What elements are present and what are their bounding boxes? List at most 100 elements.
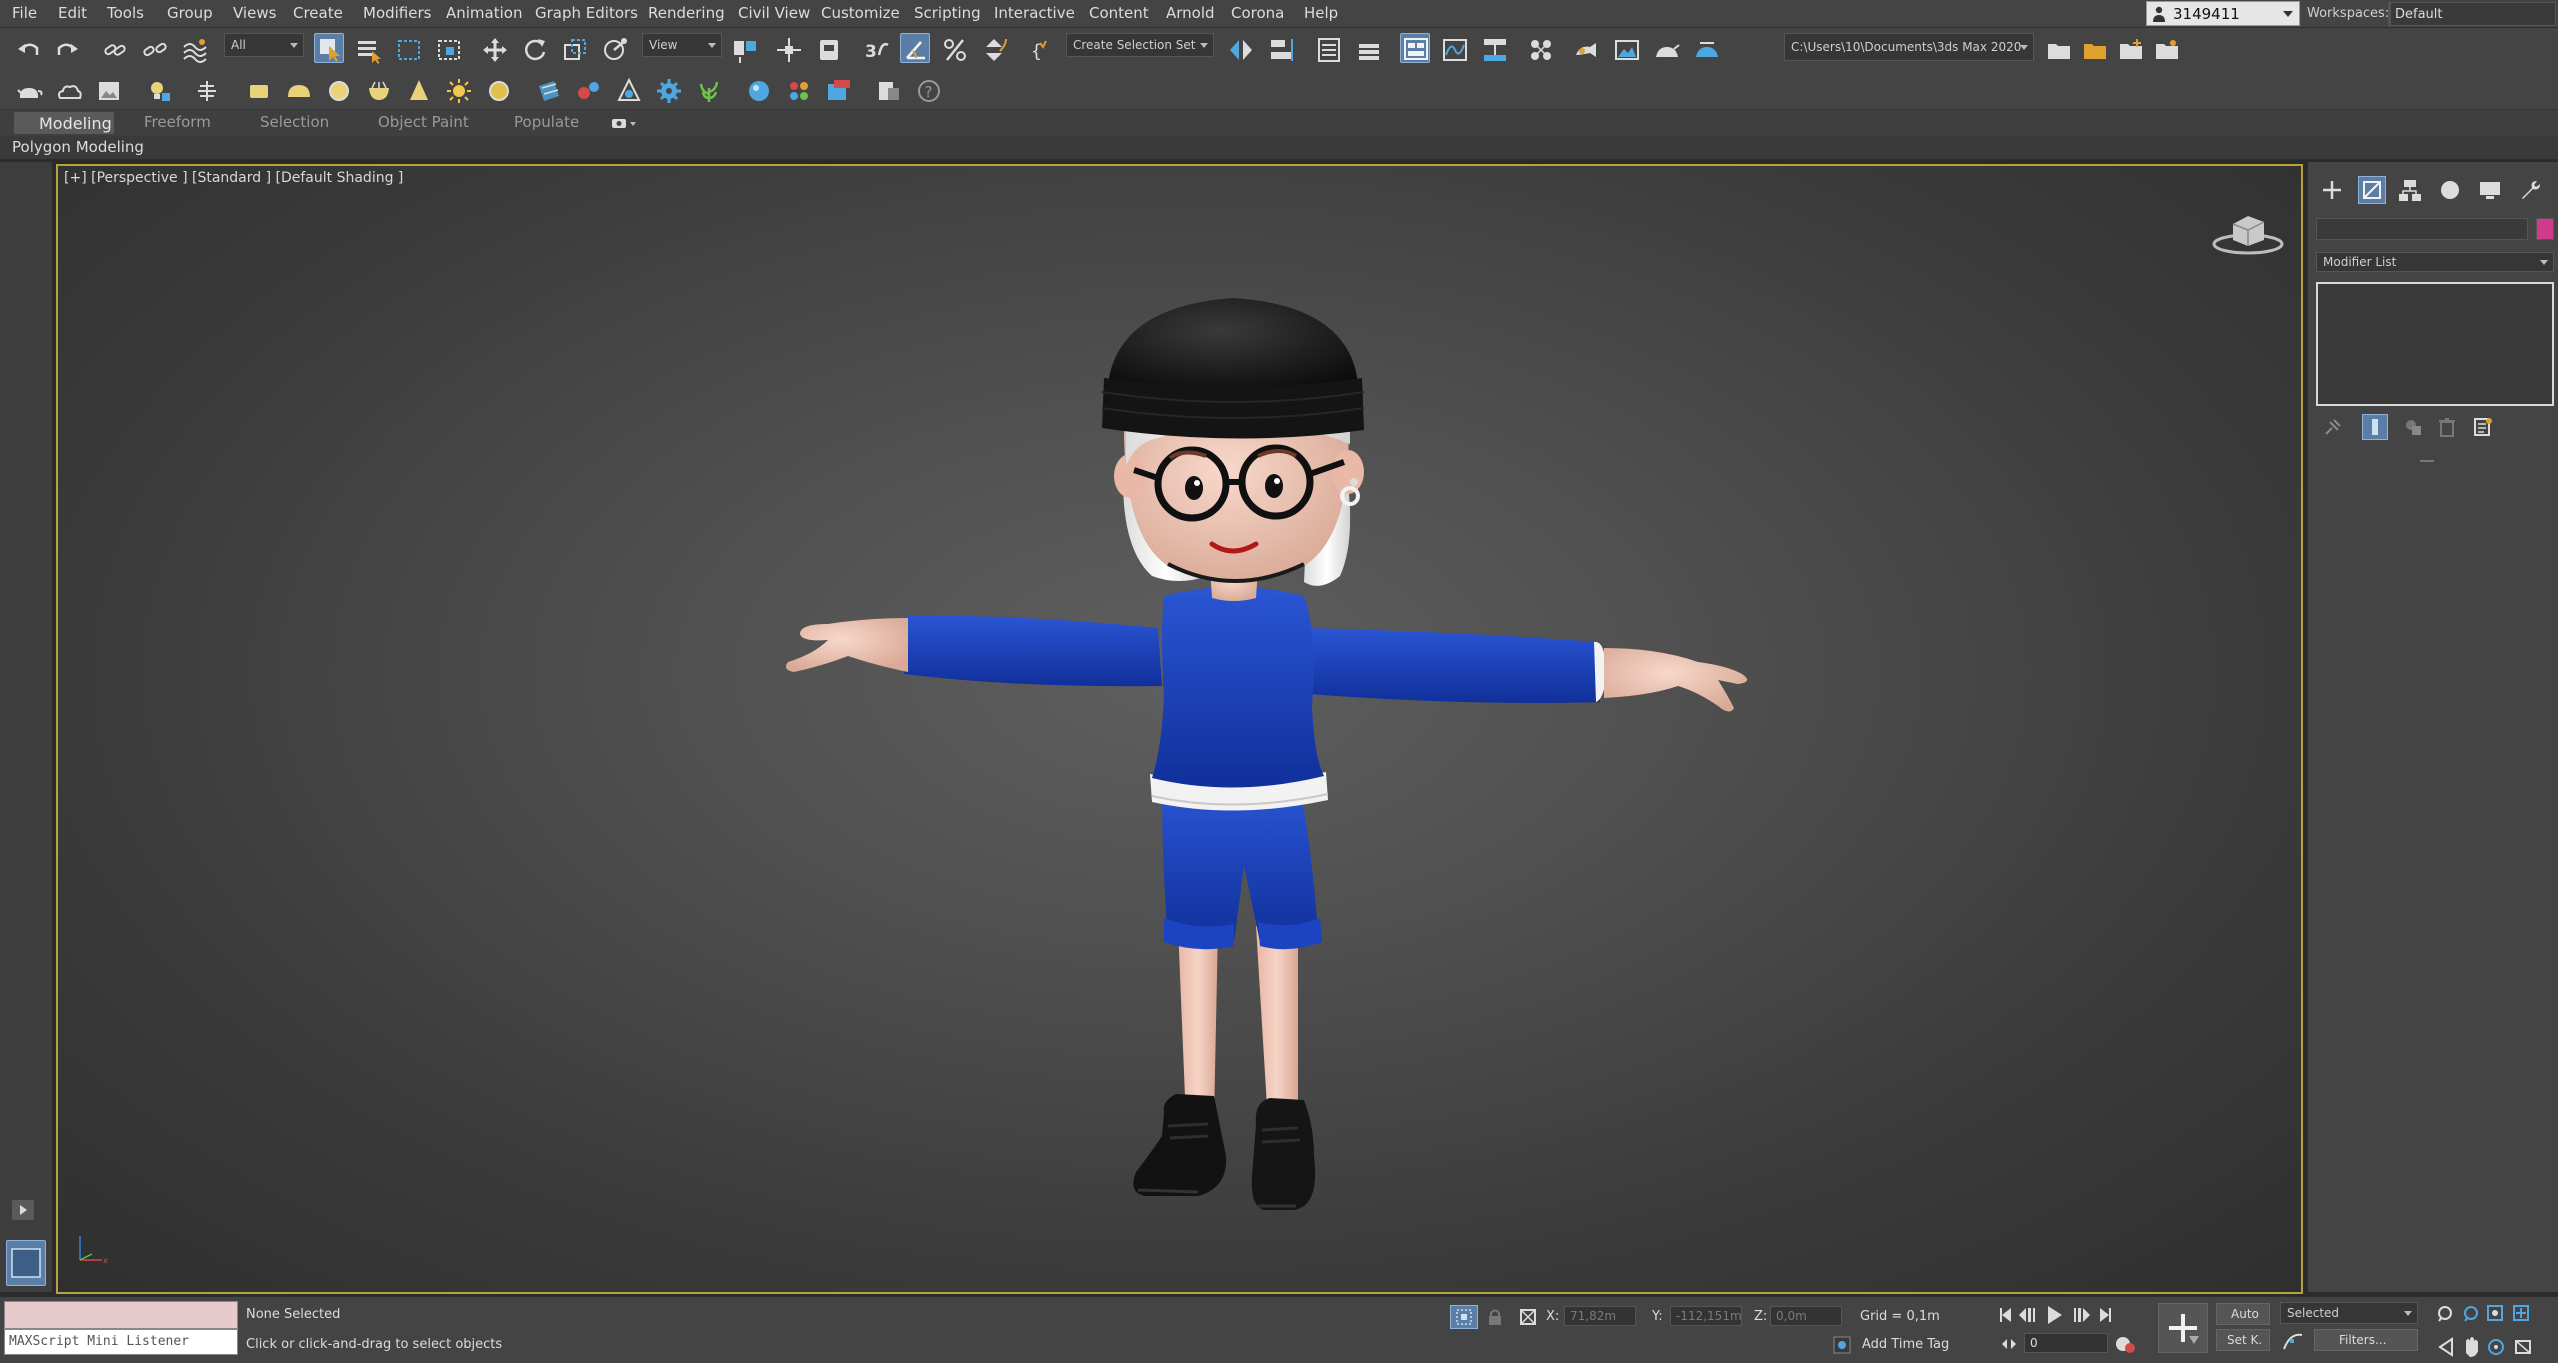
tab-populate[interactable]: Populate [514,113,579,131]
viewport-layout-button[interactable] [6,1240,46,1286]
x-coord-field[interactable]: 71,82m [1564,1306,1636,1326]
material-library-button[interactable] [744,76,774,106]
tab-selection[interactable]: Selection [260,113,329,131]
multi-material-button[interactable] [784,76,814,106]
reference-coordinate-dropdown[interactable]: View [642,33,722,57]
pin-stack-icon[interactable] [2322,416,2344,438]
maximize-viewport-icon[interactable] [2515,1340,2531,1354]
next-frame-icon[interactable] [2074,1308,2090,1322]
rendered-frame-window-button[interactable] [1612,35,1642,65]
menu-content[interactable]: Content [1089,4,1149,22]
keyboard-shortcut-override-button[interactable] [814,35,844,65]
key-filters-button[interactable]: Filters... [2314,1329,2418,1351]
redo-button[interactable] [52,35,82,65]
motion-tab[interactable] [2436,176,2464,204]
menu-interactive[interactable]: Interactive [994,4,1075,22]
maxscript-listener-top[interactable] [4,1301,238,1329]
layer-manager-button[interactable] [192,76,222,106]
tab-modeling[interactable]: Modeling [14,112,114,134]
make-unique-icon[interactable] [2402,416,2424,438]
orbit-icon[interactable] [2488,1339,2504,1355]
show-end-result-button[interactable] [2362,414,2388,440]
window-crossing-button[interactable] [434,35,464,65]
converter-button[interactable] [874,76,904,106]
previous-frame-icon[interactable] [2019,1308,2035,1322]
object-name-field[interactable] [2316,218,2528,240]
fur-button[interactable] [654,76,684,106]
tab-object-paint[interactable]: Object Paint [378,113,469,131]
project-set-button[interactable] [2044,35,2074,65]
key-filter-dropdown[interactable]: Selected [2280,1302,2418,1324]
tab-freeform[interactable]: Freeform [144,113,211,131]
project-open-button[interactable] [2080,35,2110,65]
vegetation-button[interactable] [694,76,724,106]
menu-graph-editors[interactable]: Graph Editors [535,4,638,22]
create-tab[interactable] [2318,176,2346,204]
plane-primitive-button[interactable] [244,76,274,106]
play-icon[interactable] [2048,1306,2062,1324]
undo-button[interactable] [14,35,44,65]
selection-filter-dropdown[interactable]: All [224,33,304,57]
lock-icon[interactable] [1486,1307,1504,1327]
field-of-view-icon[interactable] [2438,1337,2453,1357]
configure-modifier-sets-icon[interactable] [2472,416,2494,438]
curve-editor-button[interactable] [1440,35,1470,65]
angle-snap-button[interactable] [900,33,930,63]
hemisphere-button[interactable] [284,76,314,106]
move-button[interactable] [480,35,510,65]
isolate-selection-button[interactable] [1450,1305,1478,1329]
menu-help[interactable]: Help [1304,4,1338,22]
select-and-manipulate-button[interactable] [774,35,804,65]
image-plane-button[interactable] [94,76,124,106]
align-button[interactable] [1266,35,1296,65]
menu-arnold[interactable]: Arnold [1166,4,1215,22]
scene-explorer-button[interactable] [1314,35,1344,65]
schematic-view-button[interactable] [1480,35,1510,65]
zoom-all-icon[interactable] [2464,1306,2478,1322]
key-tangent-icon[interactable] [2282,1331,2304,1351]
menu-rendering[interactable]: Rendering [648,4,725,22]
trash-icon[interactable] [2436,416,2458,438]
rotate-button[interactable] [520,35,550,65]
modifier-stack[interactable] [2316,282,2554,406]
maxscript-listener-input[interactable]: MAXScript Mini Listener [4,1329,238,1355]
menu-file[interactable]: File [12,4,37,22]
mirror-button[interactable] [1226,35,1256,65]
menu-scripting[interactable]: Scripting [914,4,981,22]
workspace-dropdown[interactable]: Default [2388,2,2556,27]
named-selection-set-dropdown[interactable]: Create Selection Set [1066,33,1214,57]
select-by-name-button[interactable] [354,35,384,65]
auto-key-button[interactable]: Auto [2216,1303,2270,1325]
particles-button[interactable] [574,76,604,106]
sphere-button[interactable] [324,76,354,106]
menu-edit[interactable]: Edit [58,4,87,22]
y-coord-field[interactable]: -112,151m [1670,1306,1742,1326]
menu-create[interactable]: Create [293,4,343,22]
layer-explorer-button[interactable] [1354,35,1384,65]
expand-layout-button[interactable] [12,1200,34,1220]
pan-icon[interactable] [2466,1337,2478,1357]
render-activeshade-button[interactable] [1692,35,1722,65]
ribbon-options-button[interactable] [612,116,638,130]
geosphere-button[interactable] [364,76,394,106]
cloud-button[interactable] [54,76,84,106]
edit-named-selection-button[interactable]: { [1028,35,1058,65]
scale-button[interactable] [560,35,590,65]
time-tag-icon[interactable] [1832,1335,1852,1355]
region-select-button[interactable] [394,35,424,65]
add-time-tag-button[interactable]: Add Time Tag [1862,1337,1949,1352]
account-dropdown[interactable]: 3149411 [2146,1,2300,26]
menu-animation[interactable]: Animation [446,4,522,22]
project-folder-dropdown[interactable]: C:\Users\10\Documents\3ds Max 2020 [1784,33,2034,61]
object-color-swatch[interactable] [2536,218,2554,240]
modify-tab[interactable] [2358,176,2386,204]
material-editor-button[interactable] [1526,35,1556,65]
utilities-tab[interactable] [2516,176,2544,204]
set-key-mode-button[interactable]: Set K. [2216,1329,2270,1351]
render-setup-button[interactable] [1572,35,1602,65]
scatter-button[interactable] [534,76,564,106]
zoom-extents-all-icon[interactable] [2513,1305,2529,1321]
go-to-start-icon[interactable] [2000,1308,2011,1322]
current-frame-field[interactable]: 0 [2024,1333,2108,1353]
menu-group[interactable]: Group [167,4,213,22]
